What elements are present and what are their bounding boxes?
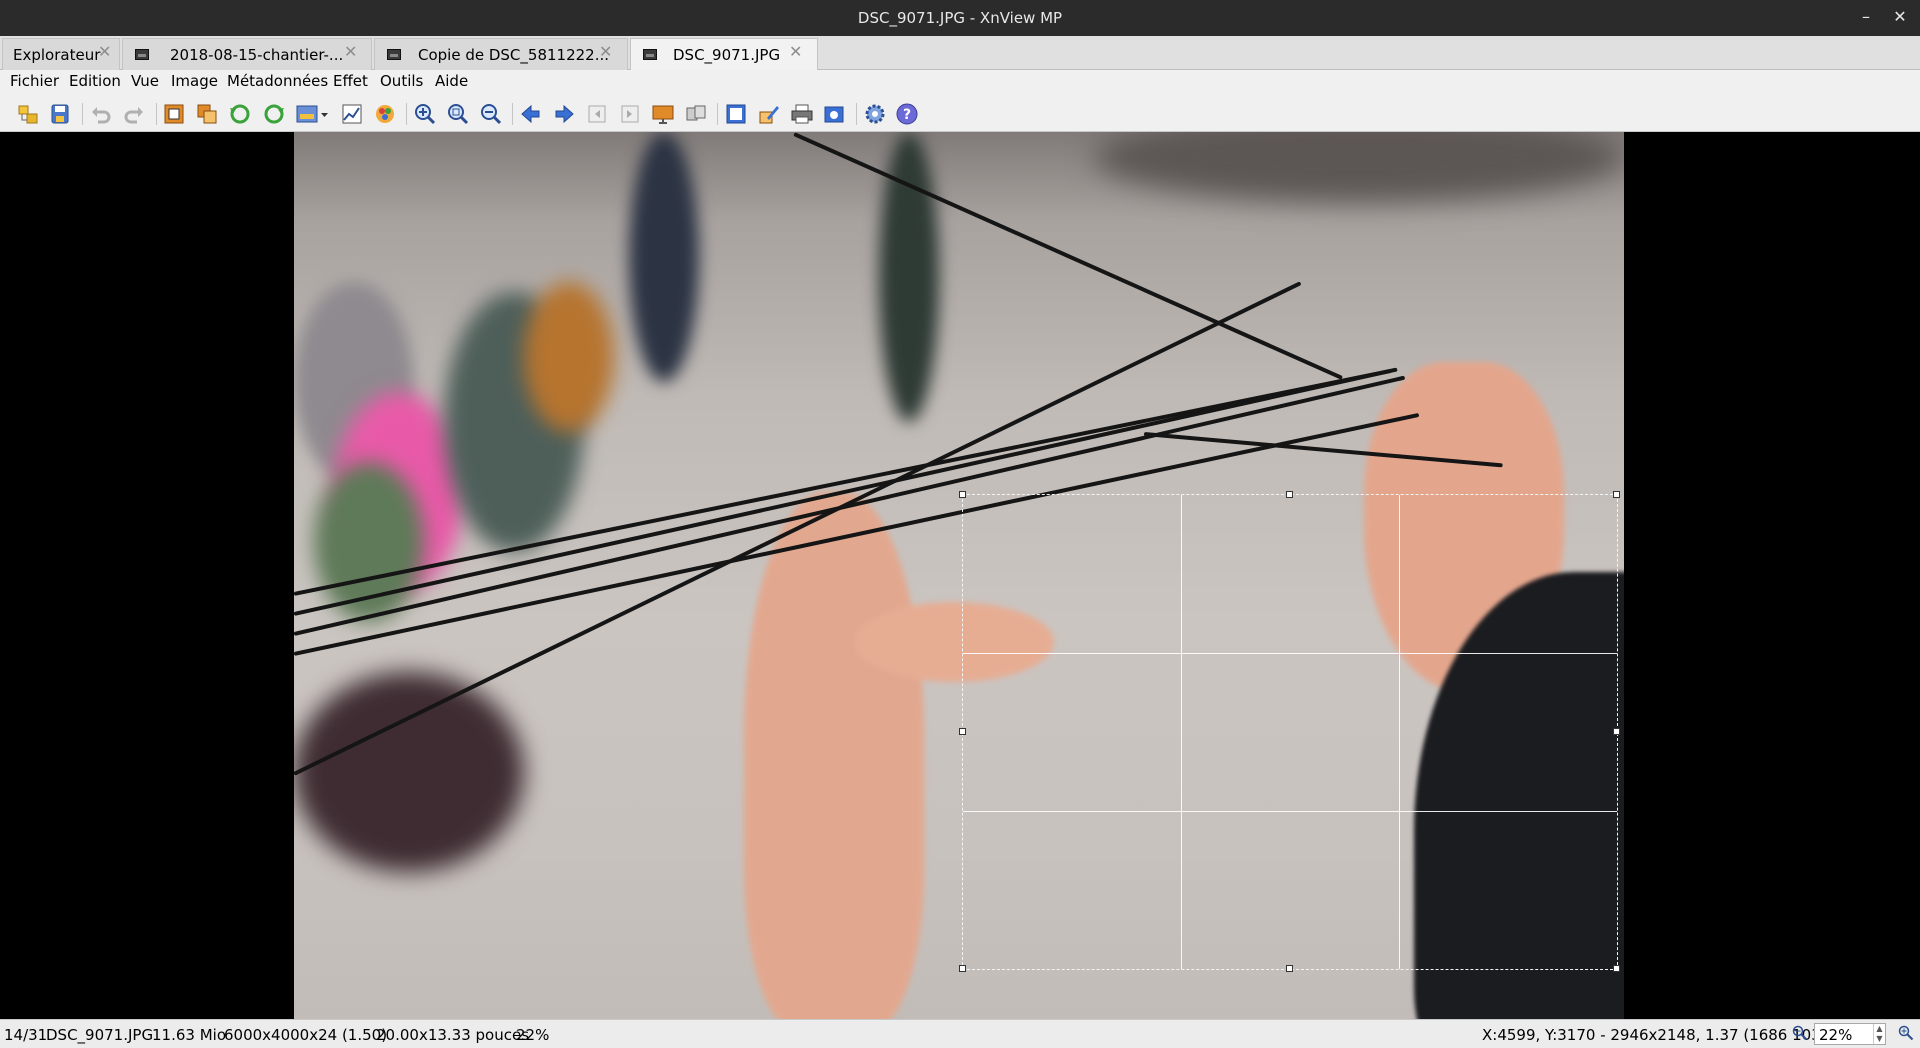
zoom-in-small-icon[interactable]	[1898, 1025, 1914, 1041]
save-icon[interactable]	[48, 102, 72, 126]
toolbar-separator	[717, 103, 718, 125]
image-thumb-icon	[643, 49, 657, 60]
window-title: DSC_9071.JPG - XnView MP	[857, 9, 1063, 27]
zoom-in-icon[interactable]	[413, 102, 437, 126]
fullscreen-icon[interactable]	[724, 102, 748, 126]
rotate-right-icon[interactable]	[262, 102, 286, 126]
toolbar-separator	[406, 103, 407, 125]
toolbar-separator	[82, 103, 83, 125]
image-index: 14/31	[4, 1026, 48, 1044]
toolbar-separator	[856, 103, 857, 125]
spin-arrows-icon[interactable]: ▲ ▼	[1873, 1024, 1885, 1044]
menu-image[interactable]: Image	[171, 72, 218, 90]
toolbar-separator	[156, 103, 157, 125]
selection-info: X:4599, Y:3170 - 2946x2148, 1.37 (1686 1…	[1482, 1026, 1837, 1044]
crop-handle-bottom-right[interactable]	[1613, 965, 1620, 972]
menu-edition[interactable]: Edition	[69, 72, 121, 90]
last-icon[interactable]	[618, 102, 642, 126]
first-icon[interactable]	[585, 102, 609, 126]
tab-label: Explorateur	[13, 46, 101, 64]
tab-label: 2018-08-15-chantier-...	[170, 46, 344, 64]
tab-close-icon[interactable]: ✕	[98, 44, 112, 60]
color-icon[interactable]	[373, 102, 397, 126]
levels-icon[interactable]	[340, 102, 364, 126]
zoom-fit-icon[interactable]	[446, 102, 470, 126]
tab-label: DSC_9071.JPG	[673, 46, 781, 64]
menu-aide[interactable]: Aide	[435, 72, 468, 90]
photo-canvas[interactable]	[294, 132, 1624, 1019]
toolbar: ?	[0, 95, 1920, 132]
rotate-left-icon[interactable]	[228, 102, 252, 126]
toolbar-separator	[512, 103, 513, 125]
crop-selection[interactable]	[959, 491, 1620, 972]
print-size: 20.00x13.33 pouces	[376, 1026, 530, 1044]
figure-background	[294, 672, 524, 872]
undo-icon[interactable]	[89, 102, 113, 126]
settings-icon[interactable]	[863, 102, 887, 126]
resize-icon[interactable]	[195, 102, 219, 126]
tab-close-icon[interactable]: ✕	[599, 44, 613, 60]
image-filename: DSC_9071.JPG	[46, 1026, 154, 1044]
image-dimensions: 6000x4000x24 (1.50)	[224, 1026, 388, 1044]
compare-icon[interactable]	[684, 102, 708, 126]
tab-dsc-9071[interactable]: DSC_9071.JPG ✕	[630, 38, 818, 71]
svg-text:?: ?	[903, 107, 911, 123]
tab-chantier[interactable]: 2018-08-15-chantier-... ✕	[122, 38, 372, 70]
figure-background	[524, 282, 614, 432]
zoom-out-icon[interactable]	[479, 102, 503, 126]
status-bar: 14/31 DSC_9071.JPG 11.63 Mio 6000x4000x2…	[0, 1019, 1920, 1048]
edit-icon[interactable]	[757, 102, 781, 126]
image-thumb-icon	[135, 49, 149, 60]
tab-explorateur[interactable]: Explorateur ✕	[2, 38, 120, 70]
crop-handle-bottom[interactable]	[1286, 965, 1293, 972]
menu-metadonnees[interactable]: Métadonnées	[227, 72, 328, 90]
crop-handle-top-left[interactable]	[959, 491, 966, 498]
tab-close-icon[interactable]: ✕	[789, 44, 803, 60]
crop-handle-top[interactable]	[1286, 491, 1293, 498]
tab-label: Copie de DSC_5811222...	[418, 46, 610, 64]
figure-background	[1094, 132, 1624, 202]
crop-handle-top-right[interactable]	[1613, 491, 1620, 498]
image-viewer[interactable]	[0, 132, 1920, 1019]
zoom-field-value: 22%	[1819, 1026, 1853, 1044]
close-window-button[interactable]: ✕	[1889, 6, 1911, 28]
print-icon[interactable]	[790, 102, 814, 126]
capture-icon[interactable]	[822, 102, 846, 126]
previous-icon[interactable]	[519, 102, 543, 126]
slideshow-icon[interactable]	[651, 102, 675, 126]
title-bar: DSC_9071.JPG - XnView MP – ✕	[0, 0, 1920, 36]
zoom-spinbox[interactable]: 22% ▲ ▼	[1814, 1023, 1886, 1045]
crop-handle-bottom-left[interactable]	[959, 965, 966, 972]
menu-vue[interactable]: Vue	[131, 72, 159, 90]
menu-effet[interactable]: Effet	[333, 72, 368, 90]
tab-bar: Explorateur ✕ 2018-08-15-chantier-... ✕ …	[0, 36, 1920, 71]
next-icon[interactable]	[552, 102, 576, 126]
crop-handle-left[interactable]	[959, 728, 966, 735]
zoom-out-small-icon[interactable]	[1792, 1025, 1808, 1041]
hand-left	[744, 492, 924, 1019]
grid-line	[1181, 495, 1182, 969]
file-size: 11.63 Mio	[152, 1026, 226, 1044]
menu-fichier[interactable]: Fichier	[10, 72, 59, 90]
crop-handle-right[interactable]	[1613, 728, 1620, 735]
minimize-button[interactable]: –	[1855, 6, 1877, 28]
tab-close-icon[interactable]: ✕	[344, 44, 358, 60]
adjust-dropdown-icon[interactable]	[295, 102, 331, 126]
image-thumb-icon	[387, 49, 401, 60]
grid-line	[963, 811, 1617, 812]
help-icon[interactable]: ?	[895, 102, 919, 126]
menu-outils[interactable]: Outils	[380, 72, 423, 90]
grid-line	[1399, 495, 1400, 969]
crop-icon[interactable]	[162, 102, 186, 126]
grid-line	[963, 653, 1617, 654]
menu-bar: Fichier Edition Vue Image Métadonnées Ef…	[0, 70, 1920, 95]
browse-icon[interactable]	[16, 102, 40, 126]
tab-copie-dsc[interactable]: Copie de DSC_5811222... ✕	[374, 38, 628, 70]
figure-background	[629, 132, 699, 382]
zoom-level: 22%	[516, 1026, 550, 1044]
redo-icon[interactable]	[122, 102, 146, 126]
